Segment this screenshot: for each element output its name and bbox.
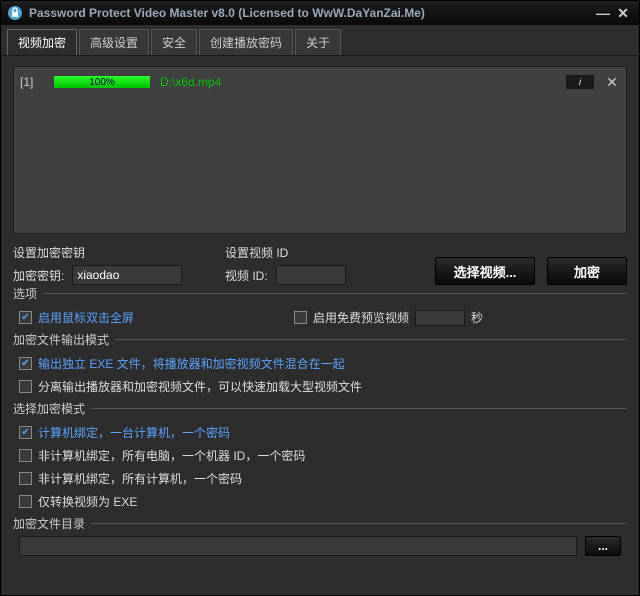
select-video-button[interactable]: 选择视频... [435, 257, 535, 285]
free-preview-checkbox[interactable] [294, 311, 307, 324]
output-mode-exe-checkbox[interactable] [19, 357, 32, 370]
video-id-title: 设置视频 ID [225, 244, 375, 261]
key-section-title: 设置加密密钥 [13, 244, 213, 261]
encrypt-mode-title: 选择加密模式 [13, 400, 91, 417]
file-path: D:\x6d.mp4 [160, 75, 221, 89]
tab-security[interactable]: 安全 [151, 29, 197, 55]
key-label: 加密密钥: [13, 267, 64, 284]
encrypt-button[interactable]: 加密 [547, 257, 627, 285]
options-title: 选项 [13, 285, 43, 302]
encrypt-mode-machineid-label: 非计算机绑定，所有电脑，一个机器 ID，一个密码 [38, 447, 305, 464]
dblclick-fullscreen-label: 启用鼠标双击全屏 [38, 309, 134, 326]
video-id-label: 视频 ID: [225, 267, 268, 284]
file-row[interactable]: [1] 100% D:\x6d.mp4 i ✕ [20, 73, 620, 91]
tab-about[interactable]: 关于 [295, 29, 341, 55]
file-index: [1] [20, 75, 44, 89]
minimize-button[interactable]: — [593, 5, 613, 21]
file-list: [1] 100% D:\x6d.mp4 i ✕ [13, 66, 627, 234]
free-preview-seconds-input[interactable] [415, 310, 465, 326]
tab-advanced[interactable]: 高级设置 [79, 29, 149, 55]
browse-button[interactable]: ... [585, 536, 621, 556]
output-mode-separate-checkbox[interactable] [19, 380, 32, 393]
encrypt-mode-convertonly-checkbox[interactable] [19, 495, 32, 508]
output-dir-input[interactable] [19, 536, 577, 556]
free-preview-suffix: 秒 [471, 309, 483, 326]
app-icon [7, 5, 23, 21]
window-title: Password Protect Video Master v8.0 (Lice… [29, 6, 593, 20]
key-input[interactable] [72, 265, 182, 285]
titlebar[interactable]: Password Protect Video Master v8.0 (Lice… [1, 1, 639, 25]
output-dir-title: 加密文件目录 [13, 515, 91, 532]
file-progress: 100% [54, 76, 150, 88]
encrypt-mode-pcbind-checkbox[interactable] [19, 426, 32, 439]
output-mode-title: 加密文件输出模式 [13, 331, 115, 348]
encrypt-mode-pcbind-label: 计算机绑定，一台计算机，一个密码 [38, 424, 230, 441]
free-preview-label: 启用免费预览视频 [313, 309, 409, 326]
encrypt-mode-convertonly-label: 仅转换视频为 EXE [38, 493, 137, 510]
output-mode-exe-label: 输出独立 EXE 文件，将播放器和加密视频文件混合在一起 [38, 355, 345, 372]
file-info-button[interactable]: i [566, 75, 594, 89]
video-id-input[interactable] [276, 265, 346, 285]
encrypt-mode-allpc-checkbox[interactable] [19, 472, 32, 485]
tab-video-encrypt[interactable]: 视频加密 [7, 29, 77, 55]
output-mode-separate-label: 分离输出播放器和加密视频文件，可以快速加载大型视频文件 [38, 378, 362, 395]
encrypt-mode-allpc-label: 非计算机绑定，所有计算机，一个密码 [38, 470, 242, 487]
tab-create-password[interactable]: 创建播放密码 [199, 29, 293, 55]
file-remove-button[interactable]: ✕ [604, 74, 620, 91]
encrypt-mode-machineid-checkbox[interactable] [19, 449, 32, 462]
dblclick-fullscreen-checkbox[interactable] [19, 311, 32, 324]
close-button[interactable]: ✕ [613, 5, 633, 22]
tab-bar: 视频加密 高级设置 安全 创建播放密码 关于 [1, 25, 639, 56]
